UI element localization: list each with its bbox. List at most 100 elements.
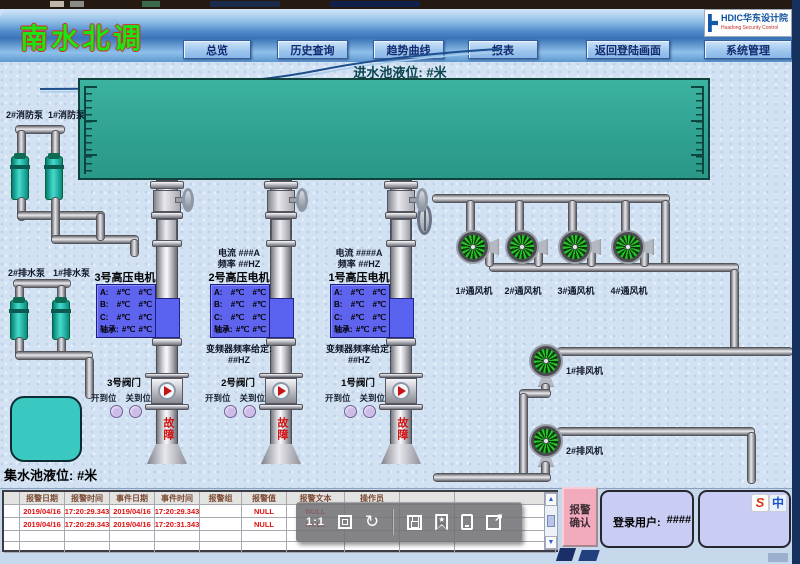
pipe-segment [18, 212, 104, 219]
temp-value: #℃ [116, 300, 131, 310]
device-icon [461, 514, 474, 530]
cell-event-date: 2019/04/16 [110, 518, 155, 531]
export-button[interactable]: ↗ [486, 512, 503, 530]
save-button[interactable] [407, 514, 423, 530]
temp-value: #℃ [230, 312, 245, 322]
sump-tank [10, 396, 82, 462]
pump-flange [265, 212, 297, 219]
logo-tagline: Huadong Security Control [721, 25, 779, 31]
window-fragment [70, 1, 84, 7]
temp-row-label: B: [214, 300, 223, 310]
ime-badge[interactable]: S 中 [751, 494, 787, 512]
exhaust-fan-1[interactable] [531, 346, 561, 387]
bookmark-button[interactable]: ★ [435, 513, 449, 531]
exhaust-fan-1-label: 1#排风机 [566, 366, 604, 376]
supply-fan-4-label: 4#通风机 [610, 286, 648, 296]
desktop-fragment [768, 553, 788, 562]
valve-indicator [392, 382, 410, 400]
nav-button-system[interactable]: 系统管理 [704, 40, 792, 59]
supply-fan-4[interactable] [613, 232, 654, 262]
temp-value: #℃ [372, 300, 386, 310]
supply-fan-1-label: 1#通风机 [455, 286, 493, 296]
handwheel-valve-icon[interactable] [182, 188, 194, 212]
pipe-segment [434, 474, 550, 481]
supply-fan-3[interactable] [560, 232, 601, 262]
scroll-thumb[interactable] [547, 515, 555, 527]
valve-indicator [272, 382, 290, 400]
pump-flange [384, 181, 418, 189]
scroll-down-arrow[interactable]: ▼ [545, 536, 557, 549]
alarm-table-scrollbar[interactable]: ▲ ▼ [544, 492, 558, 550]
login-user-label: 登录用户: [613, 517, 661, 529]
temp-value: #℃ [138, 325, 152, 335]
fit-view-button[interactable] [337, 515, 352, 529]
cell-event-date: 2019/04/16 [110, 505, 155, 518]
temp-value: #℃ [230, 300, 245, 310]
handwheel-valve-icon[interactable] [296, 188, 308, 212]
pump-flange [150, 181, 184, 189]
valve-arrow-icon [398, 386, 406, 396]
valve-label: 2号阀门 [221, 378, 255, 389]
fan-hub [572, 244, 578, 250]
temp-row-label: B: [100, 300, 109, 310]
discharge-valve-icon[interactable] [151, 378, 183, 404]
fire-pump-2-label: 2#消防泵 [6, 110, 44, 120]
valve-closed-label: 关到位 [359, 393, 385, 403]
cell-alarm-time: 17:20:29.343 [65, 518, 110, 531]
alarm-toolbar: 1:1 ↻ ★ ↗ [296, 502, 522, 542]
temp-value: #℃ [138, 287, 152, 297]
hdic-logo: HDIC华东设计院 Huadong Security Control [704, 9, 792, 37]
discharge-valve-icon[interactable] [385, 378, 417, 404]
window-right-edge [792, 0, 800, 564]
col-header-alarm-group: 报警组 [200, 492, 242, 505]
alarm-ack-button[interactable]: 报警确认 [562, 487, 598, 547]
cell-alarm-time: 17:20:29.343 [65, 505, 110, 518]
valve-closed-indicator-light [363, 405, 376, 418]
temp-value: #℃ [252, 325, 266, 335]
col-header-event-date: 事件日期 [110, 492, 155, 505]
drain-pump-2 [9, 297, 29, 340]
supply-fan-1[interactable] [458, 232, 499, 262]
scroll-up-arrow[interactable]: ▲ [545, 493, 557, 506]
temp-row-label: A: [214, 287, 223, 297]
fan-hub [543, 438, 549, 444]
status-panel: S 中 [698, 490, 791, 548]
temp-row-label: B: [334, 300, 343, 310]
device-view-button[interactable] [461, 514, 474, 530]
zoom-1-1-button[interactable]: 1:1 [306, 516, 325, 528]
valve-arrow-icon [278, 386, 286, 396]
temp-row-label: 轴承: [100, 325, 119, 335]
cell-event-time: 17:20:29.343 [155, 505, 200, 518]
window-fragment [142, 1, 160, 7]
handwheel-valve-icon[interactable] [416, 188, 428, 212]
fan-hub [543, 358, 549, 364]
pump-flange [151, 212, 183, 219]
temp-value: #℃ [355, 325, 370, 335]
pump-flange [152, 338, 182, 346]
drain-pump-1-label: 1#排水泵 [53, 268, 91, 278]
pipe-segment [516, 201, 523, 233]
pump-flange [264, 181, 298, 189]
fan-hub [625, 244, 631, 250]
vfd-setpoint-label: 变频器频率给定: [326, 344, 392, 354]
intake-tank [78, 78, 710, 180]
pump-motor-label: 2号高压电机 [208, 272, 270, 284]
nav-button-login-screen[interactable]: 返回登陆画面 [586, 40, 670, 59]
pipe-segment [490, 264, 738, 271]
discharge-valve-icon[interactable] [265, 378, 297, 404]
temp-value: #℃ [138, 300, 152, 310]
pump-motor-label: 3号高压电机 [94, 272, 156, 284]
temp-value: #℃ [121, 325, 136, 335]
pump-neck [271, 219, 291, 241]
exhaust-fan-2[interactable] [531, 426, 561, 467]
ime-language-icon: 中 [769, 494, 787, 512]
col-header-alarm-date: 报警日期 [20, 492, 65, 505]
temp-value: #℃ [230, 287, 245, 297]
temp-value: #℃ [116, 287, 131, 297]
desktop-fragment [578, 550, 600, 561]
temp-row-label: C: [214, 312, 223, 322]
save-icon [407, 514, 423, 530]
refresh-button[interactable]: ↻ [365, 513, 379, 530]
supply-fan-2[interactable] [507, 232, 548, 262]
pipe-segment [52, 236, 138, 243]
